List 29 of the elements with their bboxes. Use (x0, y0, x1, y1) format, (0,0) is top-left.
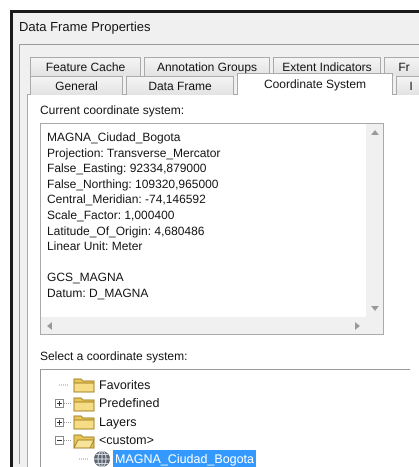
tab[interactable]: Annotation Groups (144, 57, 270, 76)
folder-icon (73, 396, 95, 412)
tab[interactable]: Data Frame (126, 76, 234, 95)
scroll-right-icon[interactable] (355, 322, 360, 330)
expand-icon[interactable] (55, 418, 71, 427)
tab[interactable]: General (30, 76, 123, 95)
globe-icon (93, 450, 111, 467)
horizontal-scrollbar[interactable] (41, 317, 366, 334)
expand-icon[interactable] (55, 399, 71, 408)
tree-item[interactable]: <custom> (97, 431, 156, 450)
scroll-down-icon[interactable] (370, 306, 378, 311)
coordinate-system-details: MAGNA_Ciudad_Bogota Projection: Transverse_Mercator False_Easting: 92334,879000 False_Northing: 109320,965000 Central_Meridian: -74,146592 Scale_Factor: 1,000400 Latitude_Of_Origin: 4,680486 Linear Unit: Meter GCS_MAGNA Datum: D_MAGNA (46, 129, 222, 302)
scroll-up-icon[interactable] (370, 130, 378, 135)
tab[interactable]: Fr (384, 57, 419, 76)
folder-icon (73, 377, 95, 394)
tab[interactable]: Feature Cache (30, 57, 141, 76)
tree-item[interactable]: Favorites (97, 376, 152, 395)
open-folder-icon (73, 432, 95, 449)
vertical-scrollbar[interactable] (366, 124, 383, 317)
window-title: Data Frame Properties (19, 19, 150, 34)
section-label: Current coordinate system: (40, 103, 184, 117)
tab[interactable]: Coordinate System (237, 73, 393, 95)
folder-icon (73, 414, 95, 430)
collapse-icon[interactable] (55, 436, 71, 446)
tab[interactable]: I (396, 76, 419, 95)
scroll-left-icon[interactable] (47, 322, 52, 330)
section-label: Select a coordinate system: (40, 349, 188, 363)
tree-item[interactable]: Predefined (97, 394, 162, 414)
tree-item[interactable]: Layers (97, 412, 139, 432)
